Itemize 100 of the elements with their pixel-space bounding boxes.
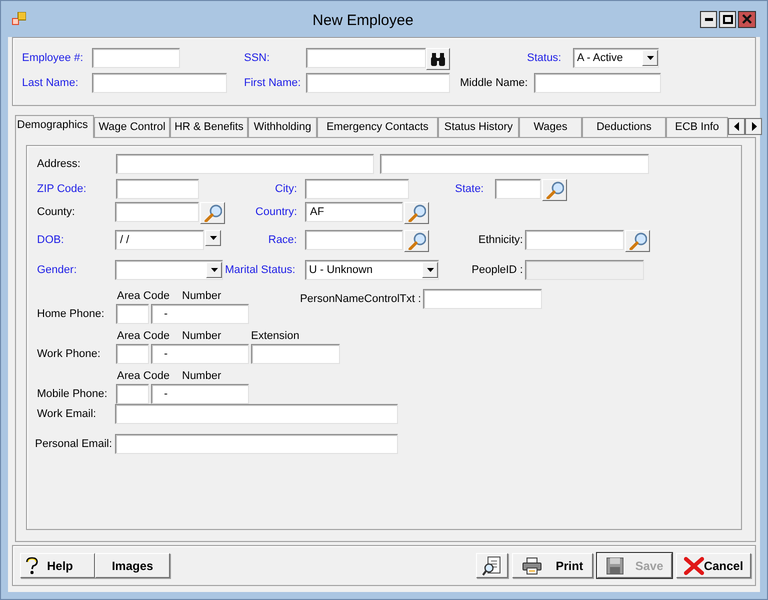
- phone-field[interactable]: -: [151, 304, 249, 324]
- maximize-icon: [722, 14, 732, 24]
- field-label: Personal Email:: [35, 437, 114, 452]
- phone-field[interactable]: [116, 384, 149, 404]
- phone-field[interactable]: -: [151, 344, 249, 364]
- text-field[interactable]: [423, 289, 542, 309]
- field-label: Race:: [267, 233, 297, 248]
- text-field[interactable]: [115, 404, 398, 424]
- lookup-button[interactable]: [542, 179, 567, 201]
- images-button[interactable]: Images: [95, 553, 170, 578]
- field-label: Employee #:: [22, 51, 84, 66]
- lookup-button[interactable]: [404, 202, 429, 224]
- field-label: PeopleID :: [470, 263, 523, 278]
- phone-field[interactable]: [251, 344, 340, 364]
- text-field[interactable]: [534, 73, 661, 93]
- text-field[interactable]: AF: [305, 202, 403, 222]
- tab[interactable]: Emergency Contacts: [317, 117, 438, 137]
- scroll-left-button[interactable]: [728, 118, 745, 135]
- text-field[interactable]: [380, 154, 649, 174]
- text-field[interactable]: [305, 230, 403, 250]
- field-label: Marital Status:: [225, 263, 296, 278]
- scroll-right-button[interactable]: [745, 118, 762, 135]
- search-icon: [408, 232, 426, 250]
- text-field[interactable]: [306, 48, 426, 68]
- dropdown[interactable]: U - Unknown: [305, 260, 439, 280]
- tab[interactable]: Wages: [519, 117, 582, 137]
- cancel-button[interactable]: Cancel: [676, 553, 751, 578]
- text-field[interactable]: [92, 73, 227, 93]
- text-field[interactable]: [115, 202, 199, 222]
- x-icon: [684, 556, 704, 574]
- field-label: State:: [455, 182, 485, 197]
- text-field[interactable]: [305, 179, 409, 199]
- search-icon: [628, 232, 646, 250]
- close-icon: [742, 14, 752, 24]
- text-field[interactable]: [116, 179, 199, 199]
- lookup-button[interactable]: [200, 202, 225, 224]
- text-field[interactable]: [92, 48, 180, 68]
- tab[interactable]: Demographics: [15, 115, 94, 138]
- app-icon: [12, 12, 26, 26]
- field-label: Status:: [527, 51, 562, 66]
- text-field[interactable]: [306, 73, 450, 93]
- text-field[interactable]: [495, 179, 541, 199]
- search-icon: [408, 204, 426, 222]
- text-field[interactable]: [525, 230, 624, 250]
- tab[interactable]: Withholding: [248, 117, 317, 137]
- printer-icon: [522, 556, 542, 574]
- caret-icon: [426, 267, 434, 273]
- field-label: Ethnicity:: [477, 233, 523, 248]
- minimize-icon: [704, 18, 712, 20]
- column-heading: Number: [181, 369, 222, 384]
- maximize-button[interactable]: [719, 10, 736, 28]
- help-icon: [25, 556, 39, 574]
- print-button[interactable]: Print: [512, 553, 593, 578]
- text-field[interactable]: [115, 434, 398, 454]
- document-magnifier-icon: [482, 556, 502, 576]
- field-label: Work Email:: [37, 407, 98, 422]
- column-heading: Area Code: [116, 369, 171, 384]
- lookup-button[interactable]: [404, 230, 429, 252]
- field-label: Last Name:: [22, 76, 80, 91]
- minimize-button[interactable]: [700, 10, 717, 28]
- tab[interactable]: Wage Control: [94, 117, 170, 137]
- column-heading: Extension: [250, 329, 300, 344]
- lookup-button[interactable]: [625, 230, 650, 252]
- search-icon: [204, 204, 222, 222]
- tab[interactable]: Deductions: [582, 117, 666, 137]
- field-label: Middle Name:: [460, 76, 529, 91]
- find-button[interactable]: [426, 48, 450, 70]
- close-button[interactable]: [738, 10, 756, 28]
- column-heading: Number: [181, 329, 222, 344]
- tab[interactable]: ECB Info: [666, 117, 728, 137]
- text-field[interactable]: / /: [115, 230, 204, 250]
- field-label: City:: [274, 182, 297, 197]
- caret-icon: [208, 235, 218, 241]
- left-arrow-icon: [734, 122, 740, 131]
- field-label: ZIP Code:: [37, 182, 88, 197]
- date-dropdown-button[interactable]: [205, 230, 221, 246]
- window-title: New Employee: [312, 10, 414, 31]
- help-button[interactable]: Help: [20, 553, 95, 578]
- field-label: First Name:: [244, 76, 302, 91]
- column-heading: Area Code: [116, 329, 171, 344]
- tab[interactable]: Status History: [438, 117, 519, 137]
- search-icon: [546, 181, 564, 199]
- field-label: SSN:: [244, 51, 271, 66]
- dropdown[interactable]: A - Active: [573, 48, 659, 68]
- field-label: Address:: [37, 157, 82, 172]
- field-label: Home Phone:: [37, 307, 106, 322]
- phone-field[interactable]: [116, 344, 149, 364]
- preview-button[interactable]: [476, 553, 508, 578]
- text-field[interactable]: [116, 154, 374, 174]
- phone-field[interactable]: [116, 304, 149, 324]
- column-heading: Number: [181, 289, 222, 304]
- field-label: Work Phone:: [37, 347, 102, 362]
- field-label: Mobile Phone:: [37, 387, 108, 402]
- column-heading: Area Code: [116, 289, 171, 304]
- field-label: PersonNameControlTxt :: [298, 292, 421, 307]
- phone-field[interactable]: -: [151, 384, 249, 404]
- dropdown[interactable]: [115, 260, 223, 280]
- field-label: DOB:: [37, 233, 65, 248]
- tab[interactable]: HR & Benefits: [170, 117, 248, 137]
- binoculars-icon: [430, 52, 446, 66]
